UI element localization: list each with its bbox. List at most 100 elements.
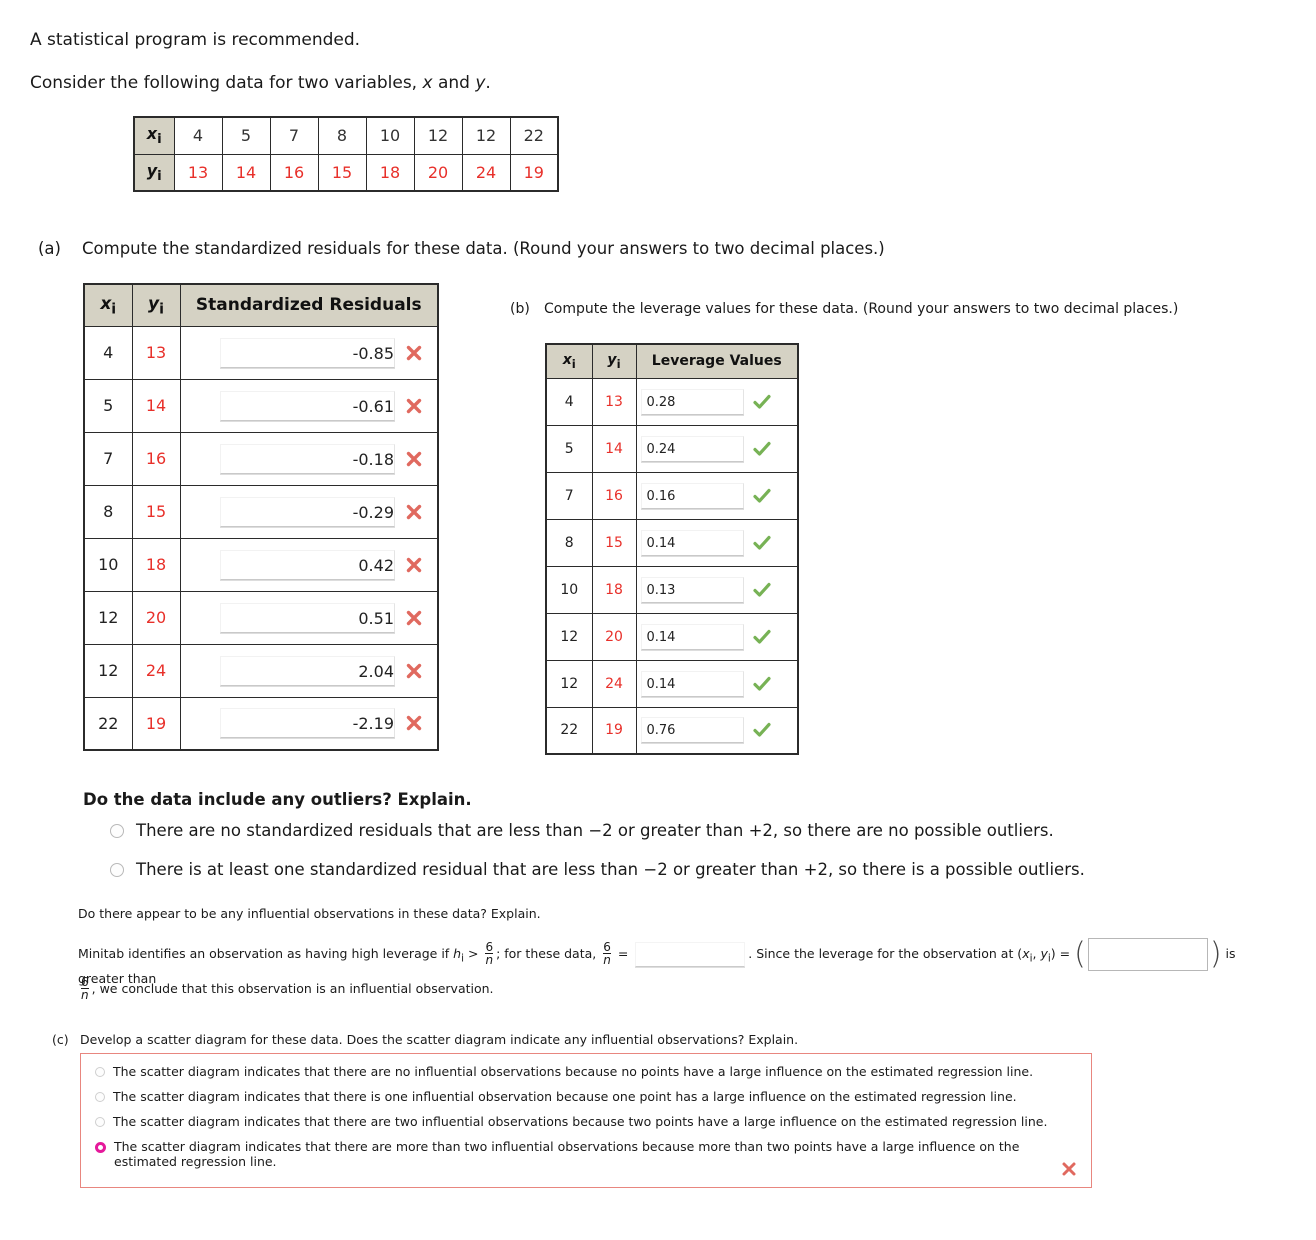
data-table-x-cell: 7 bbox=[269, 116, 319, 155]
residual-y-cell: 18 bbox=[131, 537, 181, 592]
residuals-header-y: yi bbox=[131, 283, 181, 327]
residual-value-cell: -0.61 bbox=[179, 378, 439, 433]
data-table-y-cell: 14 bbox=[221, 153, 271, 192]
leverage-y-cell: 13 bbox=[591, 377, 637, 426]
six-over-n-input[interactable] bbox=[635, 942, 746, 967]
influential-conclusion: 6n, we conclude that this observation is… bbox=[78, 975, 494, 1002]
table-row: 4 13 -0.85 bbox=[83, 325, 439, 380]
incorrect-icon bbox=[405, 556, 423, 574]
part-a-label: (a) bbox=[38, 239, 61, 258]
fraction-six-over-n-1: 6n bbox=[485, 940, 494, 967]
leverage-input[interactable]: 0.14 bbox=[640, 623, 744, 650]
table-row: 8 15 -0.29 bbox=[83, 484, 439, 539]
residual-input[interactable]: -0.61 bbox=[220, 390, 395, 421]
leverage-input[interactable]: 0.14 bbox=[640, 529, 744, 556]
incorrect-icon bbox=[405, 397, 423, 415]
data-table-y-cell: 18 bbox=[365, 153, 415, 192]
residual-x-cell: 12 bbox=[83, 590, 133, 645]
residual-input[interactable]: -0.29 bbox=[220, 496, 395, 527]
residual-y-cell: 15 bbox=[131, 484, 181, 539]
residual-x-cell: 8 bbox=[83, 484, 133, 539]
radio-button[interactable] bbox=[110, 863, 124, 877]
table-row: 5 14 0.24 bbox=[545, 424, 799, 473]
correct-icon bbox=[752, 581, 771, 599]
table-row: 8 15 0.14 bbox=[545, 518, 799, 567]
leverage-y-cell: 14 bbox=[591, 424, 637, 473]
part-c-option[interactable]: The scatter diagram indicates that there… bbox=[95, 1139, 1079, 1169]
part-a-text: Compute the standardized residuals for t… bbox=[82, 239, 885, 258]
outlier-option-label: There is at least one standardized resid… bbox=[136, 860, 1085, 879]
outlier-option[interactable]: There is at least one standardized resid… bbox=[110, 859, 1230, 880]
table-row: 5 14 -0.61 bbox=[83, 378, 439, 433]
table-row: 12 24 0.14 bbox=[545, 659, 799, 708]
pair-x-symbol: x bbox=[1022, 946, 1030, 961]
leverage-header-row: xi yi Leverage Values bbox=[545, 343, 799, 379]
part-b-label: (b) bbox=[510, 301, 530, 317]
part-c-answer-box: The scatter diagram indicates that there… bbox=[80, 1053, 1092, 1188]
greater-than-symbol: > bbox=[464, 946, 483, 961]
correct-icon bbox=[752, 628, 771, 646]
correct-icon bbox=[752, 534, 771, 552]
correct-icon bbox=[752, 393, 771, 411]
part-a-question: (a) Compute the standardized residuals fo… bbox=[38, 239, 885, 258]
residual-x-cell: 10 bbox=[83, 537, 133, 592]
residual-input[interactable]: -0.85 bbox=[220, 337, 395, 368]
table-row: 12 24 2.04 bbox=[83, 643, 439, 698]
leverage-y-cell: 16 bbox=[591, 471, 637, 520]
part-c-option[interactable]: The scatter diagram indicates that there… bbox=[95, 1064, 1079, 1079]
part-c-question: (c) Develop a scatter diagram for these d… bbox=[52, 1032, 798, 1047]
radio-button[interactable] bbox=[95, 1092, 105, 1102]
residual-x-cell: 4 bbox=[83, 325, 133, 380]
leverage-input[interactable]: 0.24 bbox=[640, 435, 744, 462]
incorrect-icon bbox=[405, 503, 423, 521]
outlier-option[interactable]: There are no standardized residuals that… bbox=[110, 820, 1230, 841]
fraction-six-over-n-3: 6n bbox=[81, 975, 89, 1002]
leverage-value-cell: 0.14 bbox=[635, 612, 799, 661]
correct-icon bbox=[752, 675, 771, 693]
leverage-x-cell: 22 bbox=[545, 706, 593, 755]
leverage-y-cell: 24 bbox=[591, 659, 637, 708]
leverage-x-cell: 8 bbox=[545, 518, 593, 567]
leverage-input[interactable]: 0.16 bbox=[640, 482, 744, 509]
leverage-input[interactable]: 0.14 bbox=[640, 670, 744, 697]
radio-button[interactable] bbox=[110, 824, 124, 838]
observation-pair-input[interactable] bbox=[1087, 938, 1208, 971]
data-table-y-row: yi 13 14 16 15 18 20 24 19 bbox=[133, 153, 559, 192]
data-table-y-cell: 13 bbox=[173, 153, 223, 192]
residual-input[interactable]: 2.04 bbox=[220, 655, 395, 686]
minitab-text-3: . Since the leverage for the observation… bbox=[748, 946, 1023, 961]
intro-line-2-end: . bbox=[485, 73, 491, 93]
residuals-header-value: Standardized Residuals bbox=[179, 283, 439, 327]
part-c-option[interactable]: The scatter diagram indicates that there… bbox=[95, 1089, 1079, 1104]
residual-input[interactable]: 0.42 bbox=[220, 549, 395, 580]
intro-line-2: Consider the following data for two vari… bbox=[30, 73, 491, 93]
residual-input[interactable]: 0.51 bbox=[220, 602, 395, 633]
intro-line-2-mid: and bbox=[432, 73, 476, 93]
part-c-text: Develop a scatter diagram for these data… bbox=[80, 1032, 799, 1047]
data-table-y-cell: 16 bbox=[269, 153, 319, 192]
radio-button-selected[interactable] bbox=[95, 1142, 106, 1153]
leverage-input[interactable]: 0.28 bbox=[640, 388, 744, 415]
residual-input[interactable]: -2.19 bbox=[220, 708, 395, 739]
data-table-x-cell: 22 bbox=[509, 116, 559, 155]
data-table-x-cell: 12 bbox=[413, 116, 463, 155]
correct-icon bbox=[752, 487, 771, 505]
outlier-question: Do the data include any outliers? Explai… bbox=[83, 790, 472, 809]
data-table-y-cell: 15 bbox=[317, 153, 367, 192]
leverage-x-cell: 4 bbox=[545, 377, 593, 426]
standardized-residuals-header-row: xi yi Standardized Residuals bbox=[83, 283, 439, 327]
residual-value-cell: -0.18 bbox=[179, 431, 439, 486]
part-c-option[interactable]: The scatter diagram indicates that there… bbox=[95, 1114, 1079, 1129]
part-c-option-label: The scatter diagram indicates that there… bbox=[114, 1139, 1020, 1169]
radio-button[interactable] bbox=[95, 1117, 105, 1127]
residual-input[interactable]: -0.18 bbox=[220, 443, 395, 474]
minitab-text-4: ) = bbox=[1050, 946, 1075, 961]
leverage-input[interactable]: 0.76 bbox=[640, 717, 744, 744]
residual-value-cell: -0.85 bbox=[179, 325, 439, 380]
leverage-x-cell: 12 bbox=[545, 612, 593, 661]
part-b-question: (b) Compute the leverage values for these… bbox=[510, 301, 1178, 317]
leverage-x-cell: 10 bbox=[545, 565, 593, 614]
leverage-input[interactable]: 0.13 bbox=[640, 576, 744, 603]
part-c-option-label: The scatter diagram indicates that there… bbox=[113, 1064, 1034, 1079]
radio-button[interactable] bbox=[95, 1067, 105, 1077]
